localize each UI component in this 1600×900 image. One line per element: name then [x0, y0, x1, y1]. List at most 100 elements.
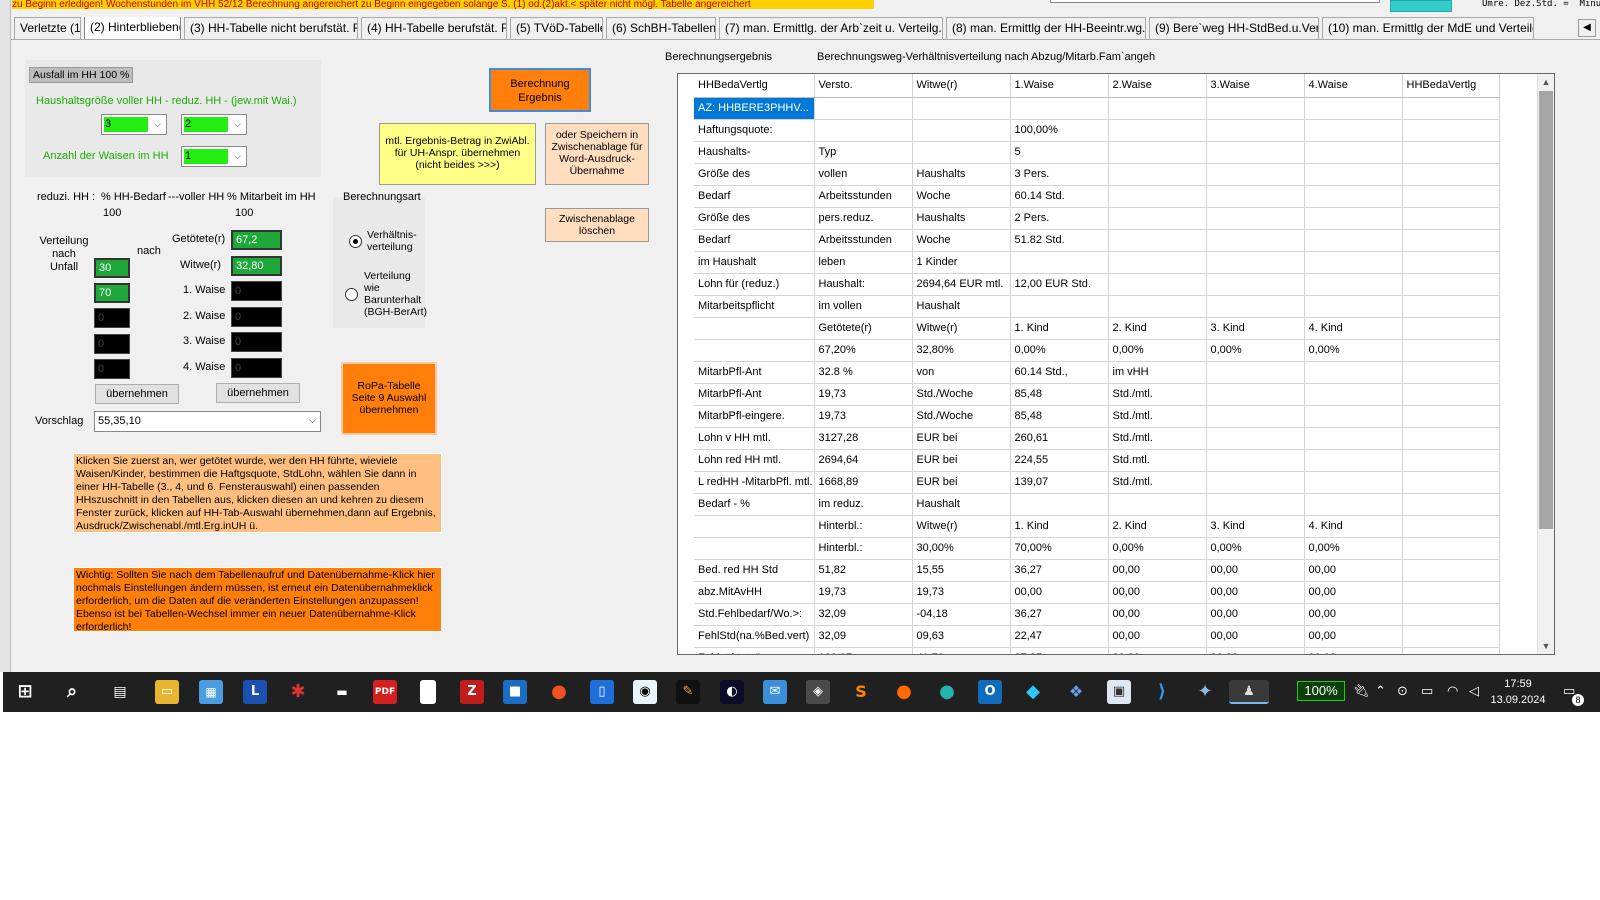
table-row[interactable]: MitarbPfl-Ant 19,73 Std./Woche 85,48 Std./mt…	[694, 383, 1500, 406]
table-cell[interactable]: im reduz.	[814, 493, 913, 516]
table-cell[interactable]: 85,48	[1010, 383, 1109, 406]
table-cell[interactable]	[1010, 295, 1109, 318]
table-cell[interactable]: Haushalts-	[694, 141, 815, 164]
table-cell[interactable]: EUR bei	[912, 427, 1011, 450]
table-cell[interactable]	[1206, 295, 1305, 318]
table-cell[interactable]: 2694,64 EUR mtl.	[912, 273, 1011, 296]
column-header[interactable]: HHBedaVertlg	[1402, 74, 1500, 98]
hh-reduz-select[interactable]: 2 ⌵	[181, 114, 247, 135]
table-cell[interactable]	[1304, 229, 1403, 252]
table-cell[interactable]: Mitarbeitspflicht	[694, 295, 815, 318]
table-cell[interactable]: 15,55	[912, 559, 1011, 582]
result-grid[interactable]: HHBedaVertlg Versto. Witwe(r) 1.Waise 2.Wais…	[677, 73, 1555, 655]
paint-app-icon[interactable]: ✦	[1193, 680, 1217, 704]
table-cell[interactable]: Haushalts	[912, 163, 1011, 186]
table-cell[interactable]	[1108, 295, 1207, 318]
table-cell[interactable]	[1206, 207, 1305, 230]
task-view-icon[interactable]: ▤	[108, 680, 132, 704]
column-header[interactable]: Versto.	[814, 74, 913, 98]
table-cell[interactable]: 0,00%	[1108, 339, 1207, 362]
table-cell[interactable]: 3127,28	[814, 427, 913, 450]
table-cell[interactable]: im vHH	[1108, 361, 1207, 384]
table-cell[interactable]: pers.reduz.	[814, 207, 913, 230]
table-cell[interactable]	[1304, 493, 1403, 516]
column-header[interactable]: 1.Waise	[1010, 74, 1109, 98]
table-cell[interactable]	[1402, 141, 1500, 164]
table-cell[interactable]: Std./Woche	[912, 383, 1011, 406]
table-cell[interactable]: 00,00	[1108, 559, 1207, 582]
table-cell[interactable]: Typ	[814, 141, 913, 164]
scroll-down-icon[interactable]: ▼	[1538, 638, 1554, 654]
table-cell[interactable]	[1304, 185, 1403, 208]
table-cell[interactable]	[1402, 383, 1500, 406]
table-cell[interactable]: im Haushalt	[694, 251, 815, 274]
table-row[interactable]: abz.MitAvHH 19,73 19,73 00,00 00,00 00,00 00,0…	[694, 581, 1500, 604]
table-cell[interactable]: 4. Kind	[1304, 317, 1403, 340]
table-cell[interactable]: 00,00	[1108, 647, 1207, 654]
table-cell[interactable]: 00,00	[1304, 625, 1403, 648]
table-cell[interactable]	[1206, 141, 1305, 164]
table-cell[interactable]: Woche	[912, 229, 1011, 252]
table-cell[interactable]: Std./Woche	[912, 405, 1011, 428]
tab-10[interactable]: (10) man. Ermittlg der MdE und Verteilg …	[1322, 17, 1534, 39]
table-row[interactable]: Größe des pers.reduz. Haushalts 2 Pers.	[694, 207, 1500, 230]
table-cell[interactable]: 32,09	[814, 603, 913, 626]
table-row[interactable]: Lohn für (reduz.) Haushalt: 2694,64 EUR mt…	[694, 273, 1500, 296]
table-cell[interactable]: von	[912, 361, 1011, 384]
table-cell[interactable]	[1108, 207, 1207, 230]
speaker-icon[interactable]: ◁	[1469, 684, 1479, 699]
table-cell[interactable]: 00,00	[1304, 559, 1403, 582]
table-cell[interactable]	[1206, 405, 1305, 428]
table-cell[interactable]	[1304, 273, 1403, 296]
table-cell[interactable]: 60.14 Std.,	[1010, 361, 1109, 384]
table-cell[interactable]: Fehlstd.tatsä.	[694, 647, 815, 654]
table-cell[interactable]: -04,18	[912, 603, 1011, 626]
table-cell[interactable]: 00,00	[1206, 559, 1305, 582]
table-cell[interactable]: 0,00%	[1304, 537, 1403, 560]
table-cell[interactable]: im vollen	[814, 295, 913, 318]
table-cell[interactable]: Getötete(r)	[814, 317, 913, 340]
verteilung-input-4[interactable]: 0	[94, 334, 130, 354]
table-cell[interactable]	[912, 97, 1011, 120]
berechnung-ergebnis-button[interactable]: Berechnung Ergebnis	[489, 68, 591, 112]
table-cell[interactable]	[814, 119, 913, 142]
table-cell[interactable]	[1206, 361, 1305, 384]
table-cell[interactable]: AZ: HHBERE3PHHV...	[694, 97, 815, 120]
table-cell[interactable]: Arbeitsstunden	[814, 229, 913, 252]
anteil-input-4[interactable]: 0	[231, 307, 282, 327]
table-cell[interactable]: MitarbPfl-Ant	[694, 383, 815, 406]
table-cell[interactable]: Hinterbl.:	[814, 515, 913, 538]
table-cell[interactable]: 5	[1010, 141, 1109, 164]
table-cell[interactable]	[1402, 449, 1500, 472]
vorschlag-select[interactable]: 55,35,10 ⌵	[94, 411, 321, 432]
table-cell[interactable]	[1402, 427, 1500, 450]
table-row[interactable]: Mitarbeitspflicht im vollen Haushalt	[694, 295, 1500, 318]
table-cell[interactable]	[1108, 273, 1207, 296]
document-icon[interactable]	[420, 680, 436, 704]
table-cell[interactable]: vollen	[814, 163, 913, 186]
folder-icon[interactable]: ▬	[330, 680, 354, 704]
tab-4[interactable]: (4) HH-Tabelle berufstät. Frau	[361, 17, 507, 39]
column-header[interactable]: 3.Waise	[1206, 74, 1305, 98]
table-cell[interactable]	[1402, 229, 1500, 252]
table-cell[interactable]: 100,00%	[1010, 119, 1109, 142]
tab-7[interactable]: (7) man. Ermittlg. der Arb`zeit u. Verte…	[719, 17, 943, 39]
table-cell[interactable]: EUR bei	[912, 471, 1011, 494]
table-cell[interactable]	[1304, 163, 1403, 186]
app-blue-square-icon[interactable]: ■	[503, 680, 527, 704]
table-cell[interactable]: 32.8 %	[814, 361, 913, 384]
anteil-input-5[interactable]: 0	[231, 332, 282, 352]
table-cell[interactable]	[1108, 163, 1207, 186]
windows-start-icon[interactable]: ⊞	[13, 680, 37, 704]
scroll-up-icon[interactable]: ▲	[1538, 74, 1554, 90]
table-cell[interactable]	[1108, 229, 1207, 252]
clock-time[interactable]: 17:59	[1493, 678, 1543, 690]
window-app-icon[interactable]: ▣	[1107, 680, 1131, 704]
table-cell[interactable]: FehlStd(na.%Bed.vert)	[694, 625, 815, 648]
table-cell[interactable]	[1304, 119, 1403, 142]
table-cell[interactable]: Lohn für (reduz.)	[694, 273, 815, 296]
table-cell[interactable]: 00,00	[1304, 581, 1403, 604]
table-row[interactable]: Getötete(r) Witwe(r) 1. Kind 2. Kind 3. Kind…	[694, 317, 1500, 340]
table-cell[interactable]	[1402, 581, 1500, 604]
tab-9[interactable]: (9) Bere`weg HH-StdBed.u.Verteilg.	[1149, 17, 1319, 39]
